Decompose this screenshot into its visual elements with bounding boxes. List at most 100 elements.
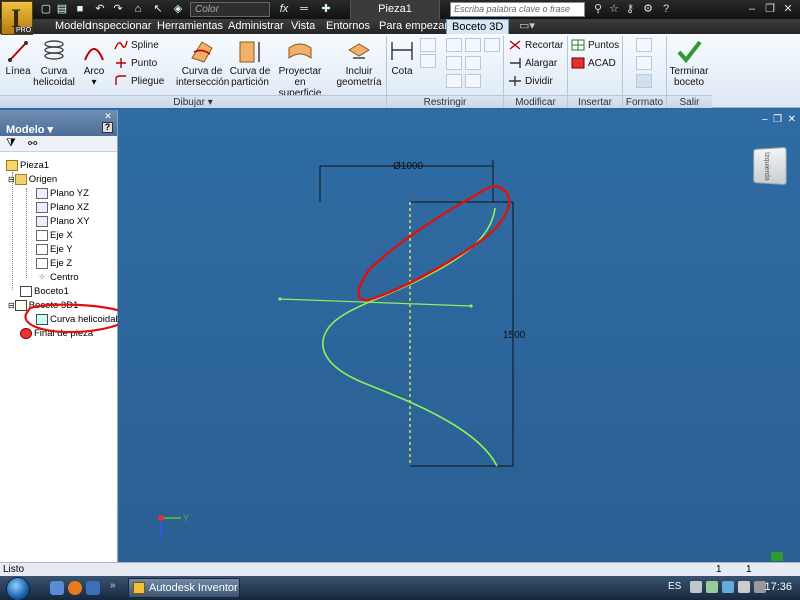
- lock-icon[interactable]: [484, 38, 500, 52]
- acad-button[interactable]: ACAD: [571, 56, 616, 72]
- show-desktop-icon[interactable]: [50, 581, 64, 595]
- status-indicator: [771, 552, 783, 561]
- tab-overflow-icon[interactable]: ▭▾: [514, 19, 540, 34]
- curva-helicoidal-button[interactable]: Curva helicoidal: [32, 38, 76, 88]
- sketch-canvas[interactable]: Ø1000 1500 Y Z: [119, 110, 800, 562]
- star-icon[interactable]: ☆: [606, 2, 622, 17]
- search-input[interactable]: Escriba palabra clave o frase: [450, 2, 585, 17]
- terminar-boceto-button[interactable]: Terminar boceto: [668, 38, 710, 88]
- parallel-icon[interactable]: [465, 38, 481, 52]
- binoculars-icon[interactable]: ⚲: [590, 2, 606, 17]
- bend-icon: [115, 75, 126, 86]
- triad-z-label: Z: [157, 540, 163, 550]
- tab-para-empezar[interactable]: Para empezar: [374, 19, 453, 34]
- minimize-icon[interactable]: –: [744, 2, 760, 17]
- bluetooth-tray-icon[interactable]: [722, 581, 734, 593]
- tab-inspeccionar[interactable]: Inspeccionar: [84, 19, 156, 34]
- sketch-point[interactable]: [469, 304, 473, 308]
- group-restringir: Restringir: [387, 95, 503, 108]
- puntos-button[interactable]: Puntos: [571, 38, 619, 54]
- model-browser: ✕ Modelo ▾ ? ⧩ ⚯ Pieza1 ⊟ Origen Plano YZ…: [0, 110, 123, 562]
- home-icon[interactable]: ⌂: [130, 2, 146, 17]
- intersection-curve-icon: [191, 41, 213, 63]
- center-point-icon[interactable]: [636, 74, 652, 88]
- app-logo[interactable]: I PRO: [1, 1, 34, 35]
- help-tray-icon[interactable]: [690, 581, 702, 593]
- color-selector[interactable]: Color: [190, 2, 270, 17]
- select-icon[interactable]: ↖: [150, 2, 166, 17]
- tab-administrar[interactable]: Administrar: [223, 19, 289, 34]
- fx-icon[interactable]: fx: [276, 2, 292, 17]
- points-grid-icon: [571, 39, 585, 51]
- sketch-point[interactable]: [278, 297, 282, 301]
- group-formato: Formato: [623, 95, 666, 108]
- close-icon[interactable]: ✕: [780, 2, 796, 17]
- maximize-icon[interactable]: ❐: [762, 2, 778, 17]
- coordinate-triad: Y Z: [157, 513, 189, 550]
- window-switch-icon[interactable]: [86, 581, 100, 595]
- spline-button[interactable]: Spline: [114, 38, 159, 54]
- tab-vista[interactable]: Vista: [286, 19, 320, 34]
- inventor-icon: [133, 582, 145, 594]
- collinear-icon[interactable]: [465, 56, 481, 70]
- open-icon[interactable]: ▤: [54, 2, 70, 17]
- language-indicator[interactable]: ES: [668, 581, 681, 592]
- checkmark-icon: [677, 40, 702, 64]
- pliegue-button[interactable]: Pliegue: [114, 74, 164, 90]
- network-tray-icon[interactable]: [706, 581, 718, 593]
- dividir-button[interactable]: Dividir: [508, 74, 553, 90]
- key-icon[interactable]: ⚷: [622, 2, 638, 17]
- curva-particion-button[interactable]: Curva de partición: [228, 38, 272, 88]
- tab-boceto-3d[interactable]: Boceto 3D: [446, 19, 510, 35]
- curva-interseccion-button[interactable]: Curva de intersección: [176, 38, 229, 88]
- status-text: Listo: [3, 564, 25, 575]
- coincident-icon[interactable]: [446, 56, 462, 70]
- tab-entornos[interactable]: Entornos: [321, 19, 375, 34]
- tangent-icon[interactable]: [446, 74, 462, 88]
- group-modificar: Modificar: [504, 95, 567, 108]
- height-dimension[interactable]: 1500: [410, 201, 526, 467]
- recortar-button[interactable]: Recortar: [508, 38, 563, 54]
- incluir-geometria-button[interactable]: Incluir geometría: [334, 38, 384, 88]
- taskbar-inventor-button[interactable]: Autodesk Inventor P...: [128, 578, 240, 598]
- constraint-settings-icon[interactable]: [420, 54, 436, 68]
- tab-herramientas[interactable]: Herramientas: [152, 19, 228, 34]
- arco-button[interactable]: Arco ▾: [78, 38, 110, 88]
- quicklaunch-expand-icon[interactable]: »: [110, 580, 116, 591]
- title-bar: ▢ ▤ ■ ↶ ↷ ⌂ ↖ ◈ Color fx ═ ✚ Pieza1 Escr…: [0, 0, 800, 19]
- start-button[interactable]: [6, 577, 30, 600]
- plus-icon[interactable]: ✚: [318, 2, 334, 17]
- status-count-1: 1: [716, 564, 722, 575]
- triad-y-label: Y: [183, 513, 189, 523]
- undo-icon[interactable]: ↶: [92, 2, 108, 17]
- material-icon[interactable]: ◈: [170, 2, 186, 17]
- subscription-icon[interactable]: ⚙: [640, 2, 656, 17]
- trim-icon: [509, 40, 521, 50]
- alargar-button[interactable]: Alargar: [508, 56, 557, 72]
- linea-button[interactable]: Línea: [2, 38, 34, 77]
- perpendicular-icon[interactable]: [446, 38, 462, 52]
- diameter-dimension[interactable]: Ø1000: [319, 160, 494, 202]
- construction-icon[interactable]: [636, 38, 652, 52]
- punto-button[interactable]: Punto: [114, 56, 157, 72]
- help-icon[interactable]: ?: [658, 2, 674, 17]
- group-dibujar[interactable]: Dibujar ▾: [0, 95, 386, 108]
- redo-icon[interactable]: ↷: [110, 2, 126, 17]
- status-count-2: 1: [746, 564, 752, 575]
- group-salir: Salir: [667, 95, 712, 108]
- cota-button[interactable]: Cota: [388, 38, 416, 77]
- new-icon[interactable]: ▢: [38, 2, 54, 17]
- ribbon-panel: Línea Curva helicoidal Arco ▾ Spline Punto…: [0, 34, 800, 108]
- measure-icon[interactable]: ═: [296, 2, 312, 17]
- include-geometry-icon: [348, 43, 370, 59]
- height-label: 1500: [503, 330, 526, 341]
- graphics-viewport[interactable]: – ❐ ✕ Izquierda Ø1000 1500 Y Z: [119, 110, 800, 562]
- extend-icon: [510, 58, 521, 69]
- centerline-icon[interactable]: [636, 56, 652, 70]
- show-constraints-icon[interactable]: [420, 38, 436, 52]
- volume-tray-icon[interactable]: [738, 581, 750, 593]
- firefox-icon[interactable]: [68, 581, 82, 595]
- smooth-icon[interactable]: [465, 74, 481, 88]
- proyectar-superficie-button[interactable]: Proyectar en superficie: [272, 38, 328, 99]
- save-icon[interactable]: ■: [72, 2, 88, 17]
